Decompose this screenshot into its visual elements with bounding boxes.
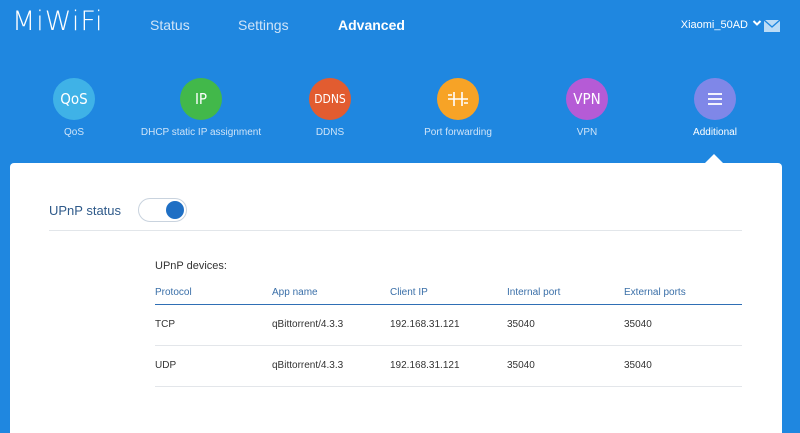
tool-port-forwarding-label: Port forwarding [424, 127, 492, 138]
router-name-dropdown[interactable]: Xiaomi_50AD [681, 19, 748, 31]
port-forward-icon [437, 78, 479, 120]
cell-external-port: 35040 [624, 360, 652, 371]
ddns-icon: DDNS [309, 78, 351, 120]
tool-port-forwarding[interactable]: Port forwarding [383, 78, 533, 138]
qos-icon: QoS [53, 78, 95, 120]
nav-advanced[interactable]: Advanced [338, 17, 405, 33]
tool-dhcp-label: DHCP static IP assignment [140, 127, 262, 138]
brand-logo: MiWiFi [12, 6, 104, 37]
cell-app-name: qBittorrent/4.3.3 [272, 319, 344, 330]
table-row: TCP qBittorrent/4.3.3 192.168.31.121 350… [155, 305, 742, 346]
tool-additional[interactable]: Additional [640, 78, 790, 138]
top-bar: MiWiFi Status Settings Advanced Xiaomi_5… [0, 0, 800, 52]
nav-status[interactable]: Status [150, 17, 190, 33]
upnp-toggle[interactable] [138, 198, 187, 222]
cell-external-port: 35040 [624, 319, 652, 330]
cell-internal-port: 35040 [507, 360, 535, 371]
cell-app-name: qBittorrent/4.3.3 [272, 360, 344, 371]
advanced-tools: QoS QoS IP DHCP static IP assignment DDN… [0, 78, 800, 158]
toggle-knob [166, 201, 184, 219]
col-client-ip: Client IP [390, 287, 428, 298]
cell-client-ip: 192.168.31.121 [390, 360, 460, 371]
col-protocol: Protocol [155, 287, 192, 298]
divider [49, 230, 742, 231]
tool-additional-label: Additional [693, 127, 737, 138]
col-external-ports: External ports [624, 287, 686, 298]
cell-protocol: TCP [155, 319, 175, 330]
tool-dhcp-static-ip[interactable]: IP DHCP static IP assignment [126, 78, 276, 138]
upnp-panel: UPnP status UPnP devices: Protocol App n… [10, 163, 782, 433]
menu-icon [694, 78, 736, 120]
chevron-down-icon[interactable] [752, 17, 762, 29]
cell-client-ip: 192.168.31.121 [390, 319, 460, 330]
table-row: UDP qBittorrent/4.3.3 192.168.31.121 350… [155, 346, 742, 387]
ip-icon: IP [180, 78, 222, 120]
nav-settings[interactable]: Settings [238, 17, 289, 33]
upnp-status-label: UPnP status [49, 203, 122, 218]
col-internal-port: Internal port [507, 287, 561, 298]
col-app-name: App name [272, 287, 318, 298]
mail-icon[interactable] [764, 20, 780, 32]
cell-internal-port: 35040 [507, 319, 535, 330]
table-header: Protocol App name Client IP Internal por… [155, 284, 742, 305]
cell-protocol: UDP [155, 360, 177, 371]
vpn-icon: VPN [566, 78, 608, 120]
upnp-devices-title: UPnP devices: [155, 260, 227, 272]
